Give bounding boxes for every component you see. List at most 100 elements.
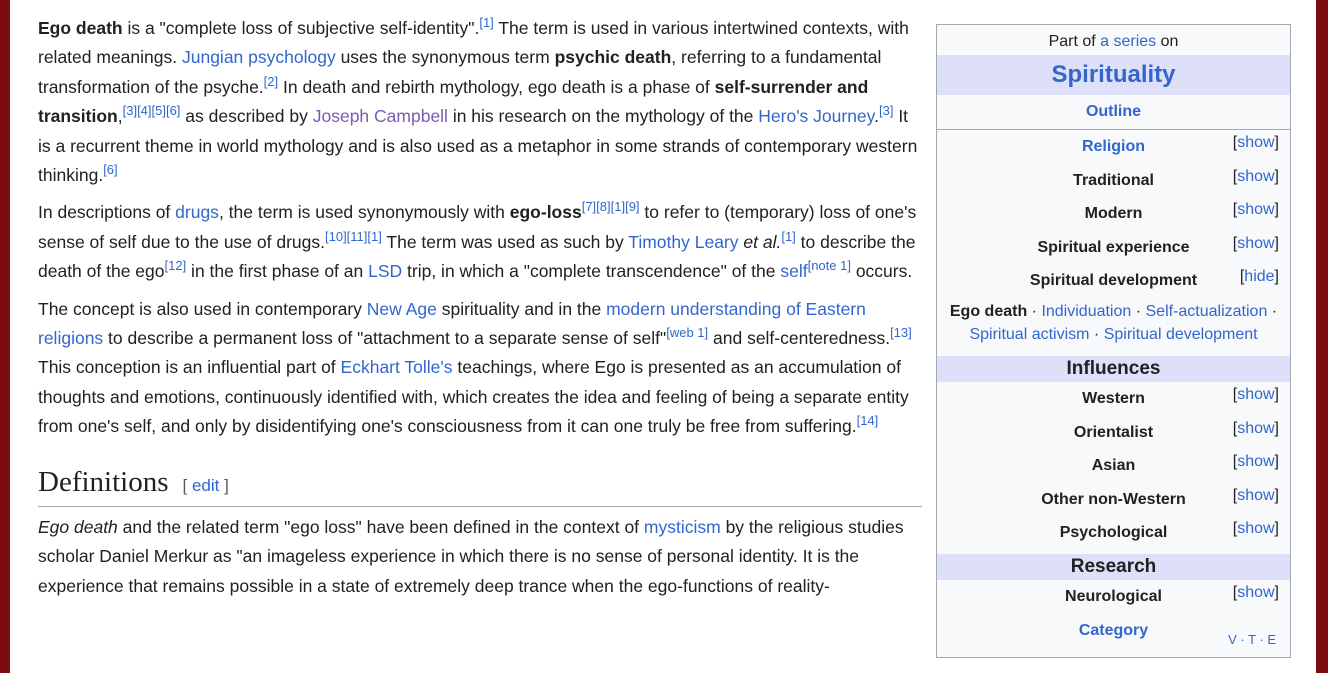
toggle-link[interactable]: show — [1237, 420, 1274, 437]
citation[interactable]: [10][11][1] — [325, 229, 382, 244]
sidebar-row[interactable]: Other non-Western [show] — [937, 483, 1290, 517]
citation[interactable]: [7][8][1][9] — [582, 200, 640, 215]
link-lsd[interactable]: LSD — [368, 261, 402, 281]
bold-term: psychic death — [554, 47, 672, 68]
text: and the related term "ego loss" have bee… — [117, 516, 644, 537]
section-title: Definitions — [38, 465, 169, 498]
paragraph-3: The concept is also used in contemporary… — [38, 295, 922, 442]
link-joseph-campbell[interactable]: Joseph Campbell — [313, 106, 448, 126]
text: , the term is used synonymously with — [218, 202, 510, 223]
citation[interactable]: [13] — [890, 325, 912, 340]
toggle-link[interactable]: show — [1237, 584, 1274, 601]
toggle-button[interactable]: [show] — [1233, 416, 1279, 442]
link-drugs[interactable]: drugs — [175, 202, 219, 222]
toggle-button[interactable]: [hide] — [1240, 264, 1279, 290]
link-self-actualization[interactable]: Self-actualization — [1146, 303, 1268, 320]
edit-section: [ edit ] — [183, 476, 229, 495]
bold-term: Ego death — [38, 18, 123, 38]
sidebar-row[interactable]: Psychological [show] — [937, 516, 1290, 550]
sidebar-row[interactable]: Spiritual experience [show] — [937, 231, 1290, 265]
current-item: Ego death — [949, 302, 1028, 320]
toggle-button[interactable]: [show] — [1233, 516, 1279, 542]
text: This conception is an influential part o… — [38, 357, 341, 378]
category-link[interactable]: Category — [1079, 622, 1148, 639]
paragraph-1: Ego death is a "complete loss of subject… — [38, 14, 922, 190]
link-self[interactable]: self — [780, 261, 807, 281]
sidebar-outline: Outline — [937, 95, 1290, 130]
toggle-link[interactable]: show — [1237, 386, 1274, 403]
text: spirituality and in the — [436, 298, 607, 319]
sidebar-row[interactable]: Asian [show] — [937, 449, 1290, 483]
link-spiritual-activism[interactable]: Spiritual activism — [969, 326, 1089, 343]
toggle-button[interactable]: [show] — [1233, 449, 1279, 475]
citation-web[interactable]: [web 1] — [666, 325, 708, 340]
toggle-link[interactable]: show — [1237, 168, 1274, 185]
link-mysticism[interactable]: mysticism — [644, 517, 721, 537]
sidebar-row[interactable]: Traditional [show] — [937, 164, 1290, 198]
separator: · — [1027, 302, 1042, 320]
toggle-button[interactable]: [show] — [1233, 382, 1279, 408]
text: as described by — [180, 106, 313, 127]
sidebar-group-3: Neurological [show] — [937, 580, 1290, 614]
link-jungian-psychology[interactable]: Jungian psychology — [182, 47, 336, 67]
sidebar-dev-list: Ego death · Individuation · Self-actuali… — [937, 298, 1290, 352]
sidebar-row[interactable]: Orientalist [show] — [937, 416, 1290, 450]
text: trip, in which a "complete transcendence… — [402, 261, 781, 282]
toggle-link[interactable]: show — [1237, 134, 1274, 151]
toggle-button[interactable]: [show] — [1233, 164, 1279, 190]
toggle-button[interactable]: [show] — [1233, 130, 1279, 156]
link-spiritual-development[interactable]: Spiritual development — [1104, 326, 1258, 343]
sidebar-title[interactable]: Spirituality — [937, 55, 1290, 95]
citation-note[interactable]: [note 1] — [808, 258, 851, 273]
article-content: Ego death is a "complete loss of subject… — [38, 14, 922, 609]
toggle-link[interactable]: show — [1237, 235, 1274, 252]
toggle-link[interactable]: show — [1237, 487, 1274, 504]
text: Part of — [1048, 33, 1101, 50]
sidebar-group-2: Western [show] Orientalist [show] Asian [show… — [937, 382, 1290, 550]
separator: · — [1267, 302, 1278, 320]
citation[interactable]: [2] — [264, 74, 278, 89]
citation[interactable]: [1] — [479, 15, 493, 30]
section-heading: Definitions [ edit ] — [38, 464, 922, 507]
outline-link[interactable]: Outline — [1086, 103, 1141, 120]
separator: · — [1131, 302, 1146, 320]
toggle-link[interactable]: show — [1237, 520, 1274, 537]
sidebar-row[interactable]: Modern [show] — [937, 197, 1290, 231]
separator: · — [1089, 325, 1104, 343]
toggle-button[interactable]: [show] — [1233, 580, 1279, 606]
link-individuation[interactable]: Individuation — [1041, 303, 1131, 320]
toggle-link[interactable]: show — [1237, 453, 1274, 470]
text: to describe a permanent loss of "attachm… — [103, 328, 667, 349]
text: The term was used as such by — [381, 231, 629, 252]
link-timothy-leary[interactable]: Timothy Leary — [628, 232, 738, 252]
link-new-age[interactable]: New Age — [367, 299, 437, 319]
sidebar-row-label: Spiritual development — [1029, 272, 1198, 290]
bold-term: ego-loss — [509, 202, 582, 223]
link-eckhart-tolle[interactable]: Eckhart Tolle's — [341, 357, 453, 377]
paragraph-4: Ego death and the related term "ego loss… — [38, 513, 922, 601]
citation[interactable]: [14] — [857, 413, 879, 428]
link-heros-journey[interactable]: Hero's Journey — [758, 106, 874, 126]
sidebar-heading-influences: Influences — [937, 355, 1290, 382]
toggle-button[interactable]: [show] — [1233, 197, 1279, 223]
link-a-series[interactable]: a series — [1100, 33, 1156, 50]
sidebar-row[interactable]: Neurological [show] — [937, 580, 1290, 614]
citation[interactable]: [1] — [781, 229, 795, 244]
toggle-button[interactable]: [show] — [1233, 231, 1279, 257]
sidebar-row[interactable]: Spiritual development [hide] — [937, 264, 1290, 298]
italic-text: Ego death — [38, 516, 118, 537]
bracket: [ — [182, 475, 192, 495]
text: uses the synonymous term — [335, 47, 555, 68]
citation[interactable]: [6] — [103, 162, 117, 177]
toggle-link[interactable]: hide — [1244, 268, 1274, 285]
citation[interactable]: [12] — [165, 258, 187, 273]
sidebar-row[interactable]: Religion [show] — [937, 130, 1290, 164]
sidebar-row[interactable]: Western [show] — [937, 382, 1290, 416]
toggle-link[interactable]: show — [1237, 201, 1274, 218]
text: In death and rebirth mythology, ego deat… — [278, 76, 715, 97]
edit-link[interactable]: edit — [192, 476, 219, 495]
vte-links[interactable]: V · T · E — [1228, 632, 1276, 647]
toggle-button[interactable]: [show] — [1233, 483, 1279, 509]
citation[interactable]: [3] — [879, 103, 893, 118]
citation[interactable]: [3][4][5][6] — [123, 103, 181, 118]
